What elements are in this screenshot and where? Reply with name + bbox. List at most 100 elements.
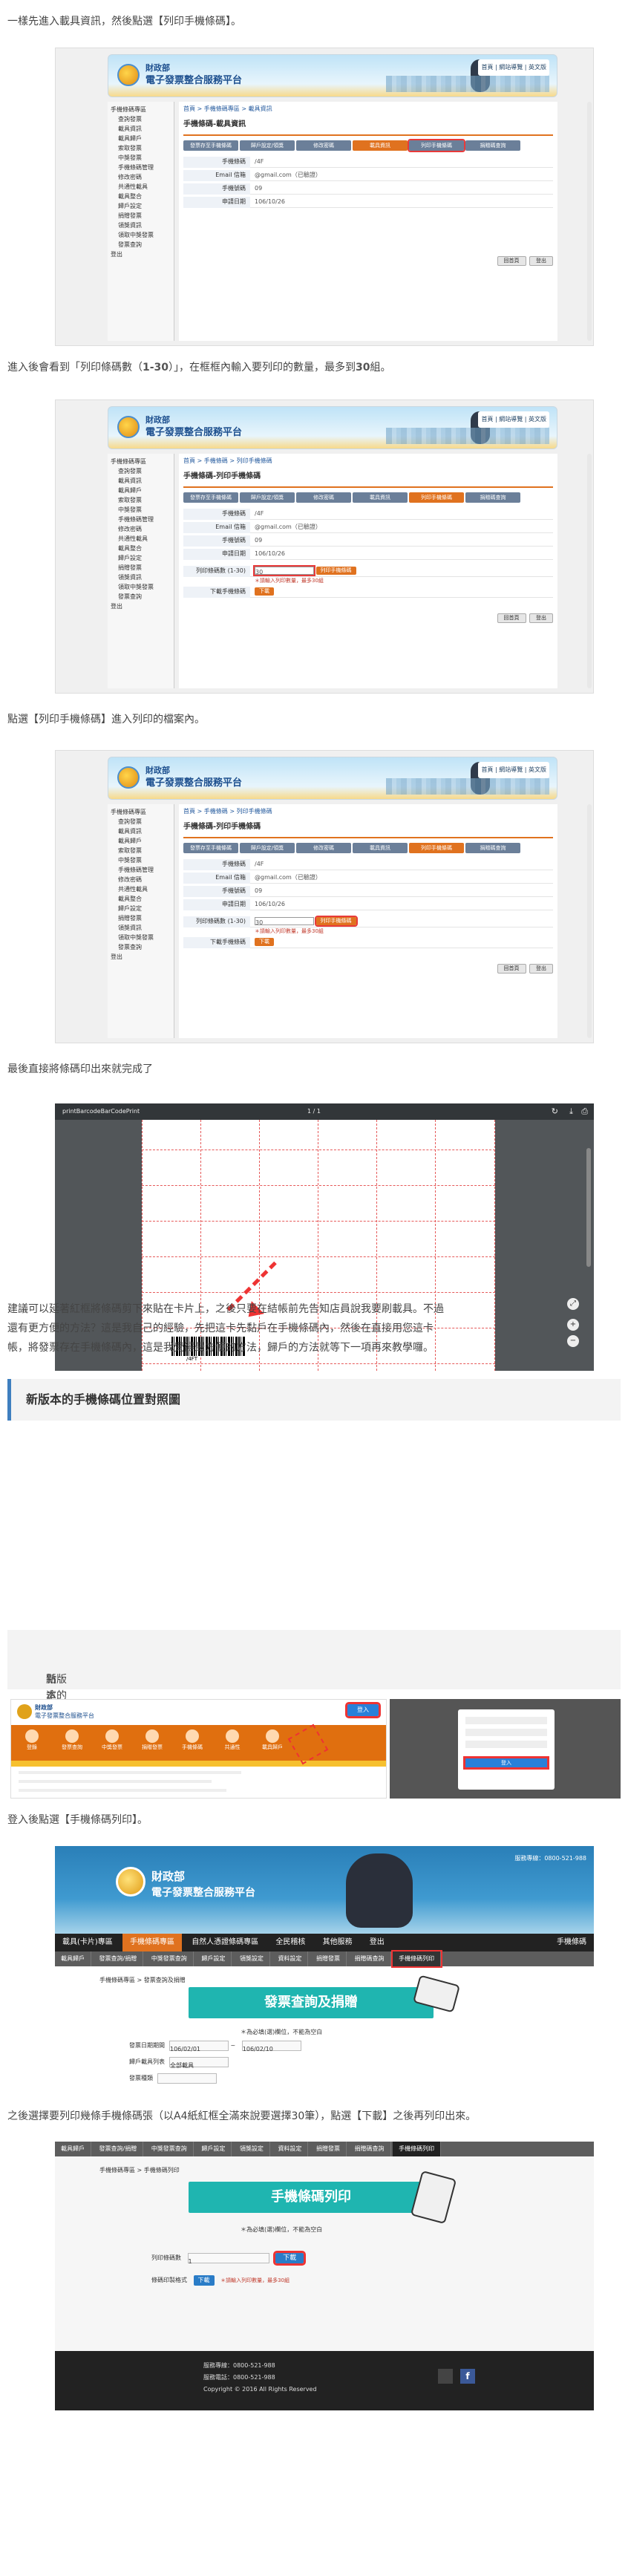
nav-item[interactable]: 捐贈發票 (136, 1729, 169, 1751)
sub-menu-item[interactable]: 中獎發票查詢 (145, 2142, 194, 2156)
tab[interactable]: 修改密碼 (296, 843, 351, 853)
sub-menu-item[interactable]: 載具歸戶 (55, 2142, 91, 2156)
nav-item[interactable]: 載具歸戶 (256, 1729, 289, 1751)
util-links[interactable]: 首頁 | 網站導覽 | 英文版 (478, 59, 549, 76)
scrollbar[interactable] (587, 102, 592, 341)
logout-button[interactable]: 登出 (529, 613, 553, 623)
sidebar-item[interactable]: 登出 (111, 250, 171, 259)
home-button[interactable]: 回首頁 (497, 964, 526, 974)
logout-button[interactable]: 登出 (529, 964, 553, 974)
date-from-input[interactable]: 106/02/01 (169, 2040, 229, 2052)
sub-menu-item[interactable]: 領獎設定 (234, 2142, 270, 2156)
sidebar-item[interactable]: 領獎資訊 (111, 923, 171, 933)
sub-menu-item[interactable]: 捐贈碼查詢 (349, 1951, 391, 1966)
dialog-login-button[interactable]: 登入 (463, 1756, 549, 1770)
sidebar-item[interactable]: 捐贈發票 (111, 211, 171, 221)
sidebar-item[interactable]: 索取發票 (111, 143, 171, 153)
util-links[interactable]: 首頁 | 網站導覽 | 英文版 (478, 411, 549, 428)
sidebar-item[interactable]: 修改密碼 (111, 524, 171, 534)
sidebar-item[interactable]: 載具整合 (111, 894, 171, 904)
carrier-select[interactable]: 全部載具 (169, 2056, 229, 2069)
sidebar-item[interactable]: 領取中獎發票 (111, 933, 171, 942)
print-barcode-button[interactable]: 列印手機條碼 (314, 916, 358, 927)
sidebar-item[interactable]: 手機條碼管理 (111, 865, 171, 875)
sidebar-item[interactable]: 領獎資訊 (111, 573, 171, 582)
login-button[interactable]: 登入 (345, 1702, 381, 1718)
tab[interactable]: 歸戶設定/領獎 (240, 843, 295, 853)
scrollbar[interactable] (586, 1148, 591, 1267)
tab-active[interactable]: 列印手機條碼 (409, 492, 464, 503)
sidebar-item[interactable]: 載具整合 (111, 544, 171, 553)
sidebar-item[interactable]: 中獎發票 (111, 153, 171, 163)
tab-active[interactable]: 列印手機條碼 (409, 843, 464, 853)
tab[interactable]: 修改密碼 (296, 492, 351, 503)
tab[interactable]: 載具資訊 (353, 843, 408, 853)
download-button[interactable]: 下載 (273, 2250, 307, 2266)
download-button[interactable]: 下載 (255, 938, 274, 946)
nav-item[interactable]: 共通性 (216, 1729, 249, 1751)
sidebar-item[interactable]: 領取中獎發票 (111, 582, 171, 592)
print-count-input[interactable]: 30 (253, 565, 315, 576)
tab[interactable]: 發票存至手機條碼 (183, 492, 238, 503)
sub-menu-item[interactable]: 發票查詢/捐贈 (94, 2142, 144, 2156)
sidebar-item[interactable]: 歸戶設定 (111, 553, 171, 563)
qr-icon[interactable] (438, 2369, 453, 2384)
logout-button[interactable]: 登出 (529, 256, 553, 266)
tab[interactable]: 捐贈碼查詢 (465, 843, 520, 853)
sidebar-item[interactable]: 載具歸戶 (111, 836, 171, 846)
sub-menu-item[interactable]: 歸戶設定 (195, 1951, 232, 1966)
sidebar-item[interactable]: 捐贈發票 (111, 913, 171, 923)
tab[interactable]: 發票存至手機條碼 (183, 843, 238, 853)
sub-menu-item[interactable]: 發票查詢/捐贈 (94, 1951, 144, 1966)
print-barcode-button[interactable]: 列印手機條碼 (315, 567, 356, 575)
tab[interactable]: 捐贈碼查詢 (465, 492, 520, 503)
sub-menu-item[interactable]: 捐贈碼查詢 (349, 2142, 391, 2156)
sidebar-item[interactable]: 手機條碼管理 (111, 163, 171, 172)
sub-menu-item-print[interactable]: 手機條碼列印 (391, 1950, 443, 1968)
sidebar-item[interactable]: 查詢發票 (111, 114, 171, 124)
print-count-input[interactable]: 1 (187, 2252, 269, 2265)
nav-item[interactable]: 發票查詢 (56, 1729, 88, 1751)
sidebar-item[interactable]: 登出 (111, 601, 171, 611)
sidebar-item[interactable]: 捐贈發票 (111, 563, 171, 573)
dialog-field[interactable] (465, 1741, 547, 1748)
sub-menu-item[interactable]: 載具歸戶 (55, 1951, 91, 1966)
menu-item[interactable]: 載具(卡片)專區 (55, 1934, 120, 1951)
tab-active[interactable]: 載具資訊 (353, 140, 408, 151)
sub-menu-item[interactable]: 中獎發票查詢 (145, 1951, 194, 1966)
sidebar-item[interactable]: 歸戶設定 (111, 201, 171, 211)
sidebar-item[interactable]: 載具整合 (111, 192, 171, 201)
sidebar-item[interactable]: 中獎發票 (111, 505, 171, 515)
sidebar-item[interactable]: 載具資訊 (111, 476, 171, 486)
type-select[interactable] (157, 2073, 217, 2084)
sub-menu-item-active[interactable]: 手機條碼列印 (393, 2142, 442, 2156)
sidebar-item[interactable]: 手機條碼專區 (111, 457, 171, 466)
nav-item[interactable]: 手機條碼 (176, 1729, 209, 1751)
sidebar-item[interactable]: 中獎發票 (111, 855, 171, 865)
sub-menu-item[interactable]: 資料設定 (272, 2142, 309, 2156)
date-to-input[interactable]: 106/02/10 (241, 2040, 301, 2052)
sidebar-item[interactable]: 歸戶設定 (111, 904, 171, 913)
format-download-button[interactable]: 下載 (193, 2275, 215, 2286)
sidebar-item[interactable]: 載具資訊 (111, 826, 171, 836)
menu-item[interactable]: 其他服務 (315, 1934, 360, 1951)
sidebar-item[interactable]: 載具歸戶 (111, 486, 171, 495)
home-button[interactable]: 回首頁 (497, 256, 526, 266)
nav-item[interactable]: 中獎發票 (96, 1729, 128, 1751)
sidebar-item[interactable]: 發票查詢 (111, 942, 171, 952)
tab[interactable]: 發票存至手機條碼 (183, 140, 238, 151)
sidebar-item[interactable]: 索取發票 (111, 846, 171, 855)
sidebar-item[interactable]: 查詢發票 (111, 466, 171, 476)
scrollbar[interactable] (587, 804, 592, 1038)
scrollbar[interactable] (587, 454, 592, 688)
tab[interactable]: 歸戶設定/領獎 (240, 492, 295, 503)
sidebar-item[interactable]: 手機條碼管理 (111, 515, 171, 524)
sidebar-item[interactable]: 共通性載具 (111, 534, 171, 544)
menu-item-active[interactable]: 手機條碼專區 (122, 1934, 182, 1951)
sub-menu-item[interactable]: 資料設定 (272, 1951, 309, 1966)
sidebar-item[interactable]: 領取中獎發票 (111, 230, 171, 240)
dialog-field[interactable] (465, 1717, 547, 1724)
sidebar-item[interactable]: 修改密碼 (111, 875, 171, 884)
tab[interactable]: 載具資訊 (353, 492, 408, 503)
sidebar-item[interactable]: 領獎資訊 (111, 221, 171, 230)
